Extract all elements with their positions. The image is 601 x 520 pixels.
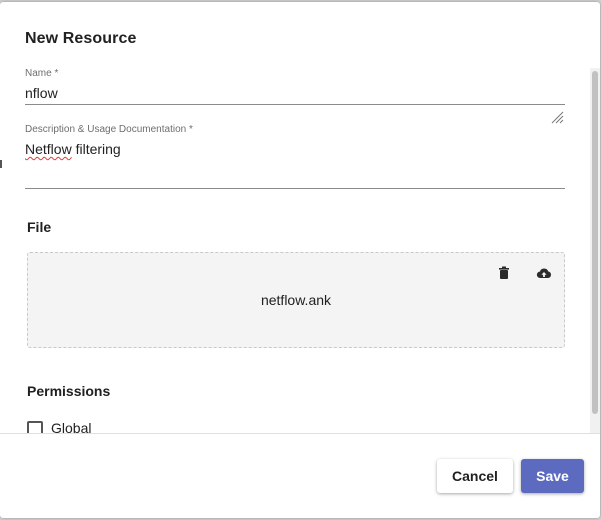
save-button[interactable]: Save <box>521 459 584 493</box>
file-section-title: File <box>27 219 52 235</box>
background-edge-mark <box>0 160 2 168</box>
scrollbar-thumb[interactable] <box>592 71 598 414</box>
global-checkbox[interactable] <box>27 421 43 433</box>
permissions-section-title: Permissions <box>27 383 111 399</box>
footer-divider <box>0 433 600 434</box>
dialog-content: Name * nflow Description & Usage Documen… <box>0 2 600 433</box>
description-text: filtering <box>71 141 121 157</box>
new-resource-dialog: New Resource Name * nflow Description & … <box>0 2 600 518</box>
description-field[interactable]: Netflow filtering <box>25 141 121 157</box>
name-field[interactable]: nflow <box>25 85 58 101</box>
global-checkbox-label[interactable]: Global <box>51 420 91 433</box>
description-field-underline <box>25 188 565 189</box>
name-field-underline <box>25 104 565 105</box>
resize-handle-icon[interactable] <box>550 110 564 124</box>
content-scrollbar[interactable] <box>590 68 600 434</box>
trash-icon[interactable] <box>496 265 512 281</box>
file-dropzone[interactable]: netflow.ank <box>27 252 565 348</box>
description-field-label: Description & Usage Documentation * <box>25 124 193 135</box>
name-field-label: Name * <box>25 68 59 79</box>
cloud-upload-icon[interactable] <box>536 265 552 281</box>
cancel-button[interactable]: Cancel <box>437 459 513 493</box>
misspelled-word: Netflow <box>25 141 72 157</box>
uploaded-filename: netflow.ank <box>260 292 332 308</box>
